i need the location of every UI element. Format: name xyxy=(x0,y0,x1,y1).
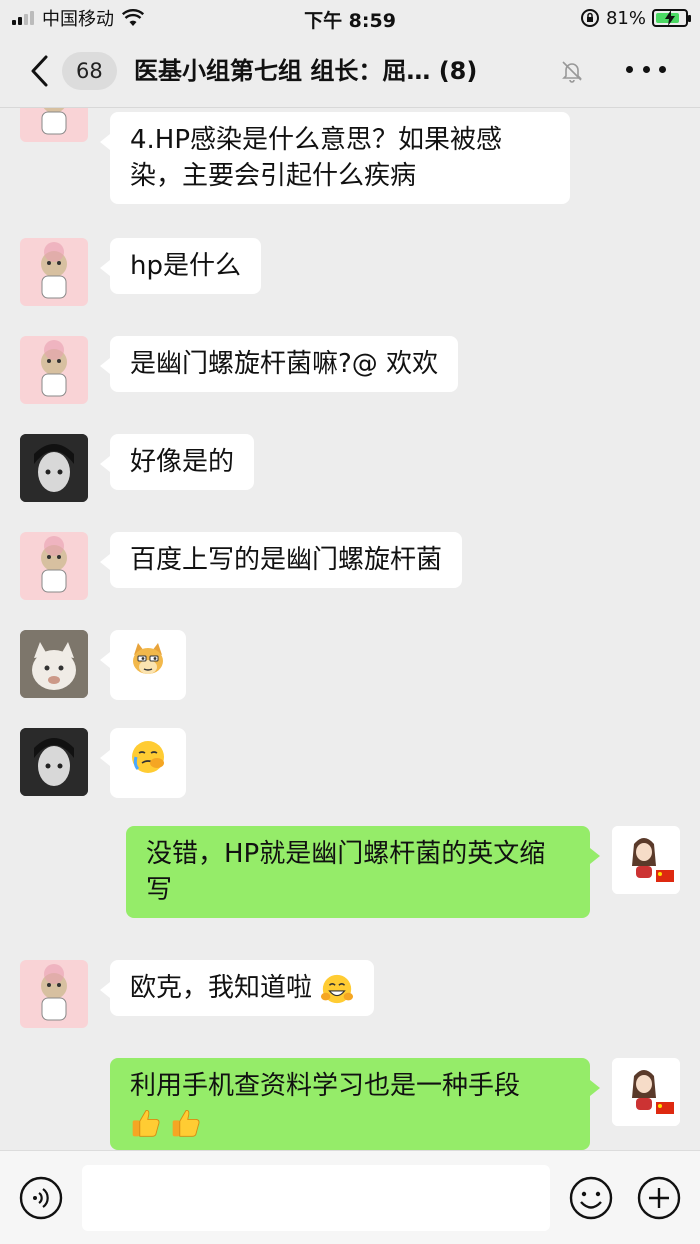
thumbs-up-emoji xyxy=(132,1109,160,1137)
message-bubble[interactable]: 没错，HP就是幽门螺杆菌的英文缩写 xyxy=(126,826,600,918)
message-text: 利用手机查资料学习也是一种手段 xyxy=(130,1071,521,1101)
chat-title[interactable]: 医基小组第七组 组长：屈… (8) xyxy=(134,54,477,88)
status-bar: 中国移动 下午 8:59 81% xyxy=(0,0,700,36)
message-bubble[interactable] xyxy=(100,728,186,798)
message-input[interactable] xyxy=(82,1165,550,1231)
message-bubble[interactable] xyxy=(100,630,186,700)
message-list[interactable]: 4.HP感染是什么意思？如果被感染，主要会引起什么疾病 hp是什么 是幽门螺旋杆… xyxy=(0,108,700,1150)
message-bubble[interactable]: 利用手机查资料学习也是一种手段 xyxy=(110,1058,600,1150)
message-text: 4.HP感染是什么意思？如果被感染，主要会引起什么疾病 xyxy=(130,125,503,191)
mute-bell-icon xyxy=(562,61,582,83)
pink-cartoon-avatar[interactable] xyxy=(20,960,88,1028)
unread-count-badge[interactable]: 68 xyxy=(62,52,117,90)
message-bubble[interactable]: 欧克，我知道啦 xyxy=(99,960,375,1016)
chat-header: 68 医基小组第七组 组长：屈… (8) xyxy=(0,36,700,108)
cat-photo-avatar[interactable] xyxy=(20,630,88,698)
thumbs-up-emoji xyxy=(172,1109,200,1137)
message-text: hp是什么 xyxy=(130,251,241,281)
message-bubble[interactable]: 百度上写的是幽门螺旋杆菌 xyxy=(99,532,463,588)
dark-anime-avatar[interactable] xyxy=(20,434,88,502)
message-text: 没错，HP就是幽门螺杆菌的英文缩写 xyxy=(146,839,546,905)
plus-icon[interactable] xyxy=(636,1175,682,1221)
girl-flag-avatar[interactable] xyxy=(612,1058,680,1126)
pink-cartoon-avatar[interactable] xyxy=(20,108,88,142)
message-text: 百度上写的是幽门螺旋杆菌 xyxy=(130,545,443,575)
doge-emoji xyxy=(133,642,163,674)
battery-percent: 81% xyxy=(605,7,646,29)
pink-cartoon-avatar[interactable] xyxy=(20,532,88,600)
message-text: 好像是的 xyxy=(130,447,235,477)
more-dots-icon[interactable] xyxy=(626,66,666,78)
pink-cartoon-avatar[interactable] xyxy=(20,238,88,306)
input-bar xyxy=(0,1150,700,1244)
message-bubble[interactable]: 好像是的 xyxy=(99,434,255,490)
battery-charging-icon xyxy=(652,9,691,27)
dark-anime-avatar[interactable] xyxy=(20,728,88,796)
message-bubble[interactable]: 4.HP感染是什么意思？如果被感染，主要会引起什么疾病 xyxy=(100,112,570,204)
girl-flag-avatar[interactable] xyxy=(612,826,680,894)
message-bubble[interactable]: hp是什么 xyxy=(100,238,261,294)
voice-icon[interactable] xyxy=(18,1175,64,1221)
grin-emoji xyxy=(321,974,354,1003)
pink-cartoon-avatar[interactable] xyxy=(20,336,88,404)
message-text: 是幽门螺旋杆菌嘛?@ 欢欢 xyxy=(130,349,439,379)
message-text: 欧克，我知道啦 xyxy=(130,973,313,1003)
facepalm-cry-emoji xyxy=(132,740,164,773)
back-arrow-icon[interactable] xyxy=(28,54,50,88)
emoji-icon[interactable] xyxy=(568,1175,614,1221)
message-bubble[interactable]: 是幽门螺旋杆菌嘛?@ 欢欢 xyxy=(99,336,459,392)
rotation-lock-icon xyxy=(580,9,599,27)
